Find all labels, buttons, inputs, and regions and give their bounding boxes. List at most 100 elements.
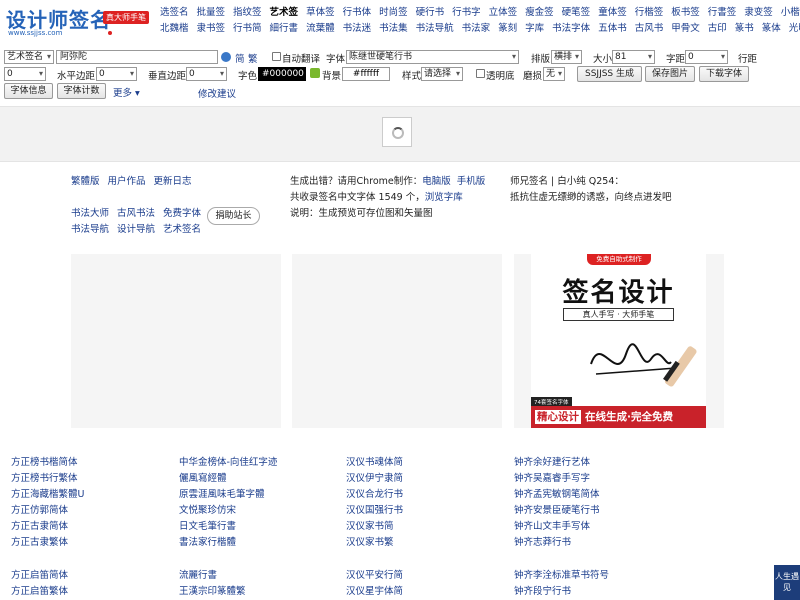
nav-item[interactable]: 細行書 bbox=[270, 20, 299, 35]
nav-item[interactable]: 字库 bbox=[525, 20, 544, 35]
font-link[interactable]: 文悦聚珍仿宋 bbox=[179, 503, 277, 519]
nav-item[interactable]: 行书简 bbox=[233, 20, 262, 35]
font-link[interactable]: 方正榜书行繁体 bbox=[11, 471, 84, 487]
nav-item[interactable]: 篆体 bbox=[762, 20, 781, 35]
bg-color-picker[interactable]: #ffffff bbox=[342, 67, 390, 81]
type-select[interactable]: 艺术签名 bbox=[4, 50, 54, 64]
font-link[interactable]: 汉仪伊宁隶简 bbox=[346, 471, 403, 487]
font-link[interactable]: 方正仿郭简体 bbox=[11, 503, 84, 519]
font-link[interactable]: 汉仪星宇体简 bbox=[346, 584, 403, 600]
nav-item[interactable]: 书法家 bbox=[462, 20, 491, 35]
font-link[interactable]: 方正启笛繁体 bbox=[11, 584, 68, 600]
nav-item[interactable]: 光明书 bbox=[789, 20, 800, 35]
info-link[interactable]: 免费字体 bbox=[163, 208, 201, 219]
nav-item[interactable]: 选签名 bbox=[160, 4, 189, 19]
donate-button[interactable]: 捐助站长 bbox=[207, 207, 260, 225]
nav-item[interactable]: 艺术签 bbox=[270, 4, 299, 19]
signature-design-ad[interactable]: 免费自助式制作 签名设计 真人手写 · 大师手笔 74套签名字体 精心设计 在线生… bbox=[531, 254, 706, 428]
font-link[interactable]: 方正榜书楷简体 bbox=[11, 455, 84, 471]
info-link[interactable]: 繁體版 bbox=[71, 176, 100, 187]
font-link[interactable]: 钟齐山文丰手写体 bbox=[514, 519, 600, 535]
nav-item[interactable]: 书法迷 bbox=[343, 20, 372, 35]
font-link[interactable]: 钟齐志莽行书 bbox=[514, 535, 600, 551]
nav-item[interactable]: 篆书 bbox=[735, 20, 754, 35]
name-input[interactable]: 阿弥陀 bbox=[56, 50, 218, 64]
desktop-version-link[interactable]: 电脑版 bbox=[422, 176, 451, 187]
text-color-picker[interactable]: #000000 bbox=[258, 67, 306, 81]
nav-item[interactable]: 古风书 bbox=[635, 20, 664, 35]
font-link[interactable]: 钟齐吴嘉睿手写字 bbox=[514, 471, 600, 487]
font-link[interactable]: 流麗行書 bbox=[179, 568, 246, 584]
nav-item[interactable]: 北魏楷 bbox=[160, 20, 189, 35]
v-margin-select[interactable]: 0 bbox=[186, 67, 227, 81]
transparent-checkbox[interactable] bbox=[476, 69, 485, 78]
info-link[interactable]: 用户作品 bbox=[108, 176, 146, 187]
style-select[interactable]: 请选择 bbox=[421, 67, 463, 81]
font-link[interactable]: 汉仪合龙行书 bbox=[346, 487, 403, 503]
nav-item[interactable]: 童体签 bbox=[598, 4, 627, 19]
nav-item[interactable]: 指纹签 bbox=[233, 4, 262, 19]
nav-item[interactable]: 行书字 bbox=[452, 4, 481, 19]
info-icon[interactable] bbox=[221, 52, 231, 62]
font-info-button[interactable]: 字体信息 bbox=[4, 83, 53, 99]
font-link[interactable]: 汉仪国强行书 bbox=[346, 503, 403, 519]
nav-item[interactable]: 板书签 bbox=[671, 4, 700, 19]
mobile-version-link[interactable]: 手机版 bbox=[457, 176, 486, 187]
auto-translate-checkbox[interactable] bbox=[272, 52, 281, 61]
traditional-link[interactable]: 繁 bbox=[248, 51, 258, 65]
nav-item[interactable]: 时尚签 bbox=[379, 4, 408, 19]
info-link[interactable]: 设计导航 bbox=[117, 224, 155, 235]
ad-slot-1[interactable] bbox=[71, 254, 281, 428]
info-link[interactable]: 书法导航 bbox=[71, 224, 109, 235]
palette-icon[interactable] bbox=[310, 68, 320, 78]
download-font-button[interactable]: 下载字体 bbox=[699, 66, 749, 82]
font-link[interactable]: 钟齐安景臣硬笔行书 bbox=[514, 503, 600, 519]
nav-item[interactable]: 草体签 bbox=[306, 4, 335, 19]
font-link[interactable]: 汉仪书魂体简 bbox=[346, 455, 403, 471]
font-link[interactable]: 原雲涯風味毛筆字體 bbox=[179, 487, 277, 503]
nav-item[interactable]: 行楷签 bbox=[635, 4, 664, 19]
more-link[interactable]: 更多 ▾ bbox=[113, 85, 140, 99]
info-link[interactable]: 更新日志 bbox=[154, 176, 192, 187]
font-select[interactable]: 陈继世硬笔行书 bbox=[346, 50, 519, 64]
nav-item[interactable]: 篆刻 bbox=[498, 20, 517, 35]
font-link[interactable]: 方正海藏楷繁體U bbox=[11, 487, 84, 503]
font-link[interactable]: 中华金榜体-向佳红字迹 bbox=[179, 455, 277, 471]
nav-item[interactable]: 流葉體 bbox=[306, 20, 335, 35]
nav-item[interactable]: 隶书签 bbox=[197, 20, 226, 35]
layout-select[interactable]: 横排 bbox=[551, 50, 582, 64]
font-link[interactable]: 汉仪家书简 bbox=[346, 519, 403, 535]
nav-item[interactable]: 行書签 bbox=[708, 4, 737, 19]
font-link[interactable]: 钟齐余好建行艺体 bbox=[514, 455, 600, 471]
suggest-link[interactable]: 修改建议 bbox=[198, 86, 236, 100]
font-link[interactable]: 王漢宗印篆體繁 bbox=[179, 584, 246, 600]
font-link[interactable]: 日文毛筆行書 bbox=[179, 519, 277, 535]
font-link[interactable]: 钟齐段宁行书 bbox=[514, 584, 609, 600]
line-spacing-select[interactable]: 0 bbox=[4, 67, 46, 81]
generate-button[interactable]: SSJJSS 生成 bbox=[577, 66, 642, 82]
side-tag[interactable]: 人生遇见 bbox=[774, 565, 800, 600]
nav-item[interactable]: 立体签 bbox=[489, 4, 518, 19]
info-link[interactable]: 古风书法 bbox=[117, 208, 155, 219]
font-count-button[interactable]: 字体计数 bbox=[57, 83, 106, 99]
font-link[interactable]: 方正古隶繁体 bbox=[11, 535, 84, 551]
nav-item[interactable]: 隶变签 bbox=[744, 4, 773, 19]
nav-item[interactable]: 书法导航 bbox=[416, 20, 454, 35]
font-link[interactable]: 方正启笛简体 bbox=[11, 568, 68, 584]
nav-item[interactable]: 小楷签 bbox=[781, 4, 800, 19]
wear-select[interactable]: 无 bbox=[543, 67, 565, 81]
h-margin-select[interactable]: 0 bbox=[96, 67, 137, 81]
simplified-link[interactable]: 简 bbox=[235, 51, 245, 65]
browse-fonts-link[interactable]: 浏览字库 bbox=[425, 192, 463, 203]
nav-item[interactable]: 书法字体 bbox=[552, 20, 590, 35]
preview-image[interactable] bbox=[382, 117, 412, 147]
nav-item[interactable]: 甲骨文 bbox=[671, 20, 700, 35]
size-select[interactable]: 81 bbox=[612, 50, 655, 64]
font-link[interactable]: 方正古隶简体 bbox=[11, 519, 84, 535]
nav-item[interactable]: 硬行书 bbox=[416, 4, 445, 19]
nav-item[interactable]: 行书体 bbox=[343, 4, 372, 19]
info-link[interactable]: 书法大师 bbox=[71, 208, 109, 219]
font-link[interactable]: 钟齐李洤标准草书符号 bbox=[514, 568, 609, 584]
info-link[interactable]: 艺术签名 bbox=[163, 224, 201, 235]
font-link[interactable]: 钟齐孟宪敏钢笔简体 bbox=[514, 487, 600, 503]
